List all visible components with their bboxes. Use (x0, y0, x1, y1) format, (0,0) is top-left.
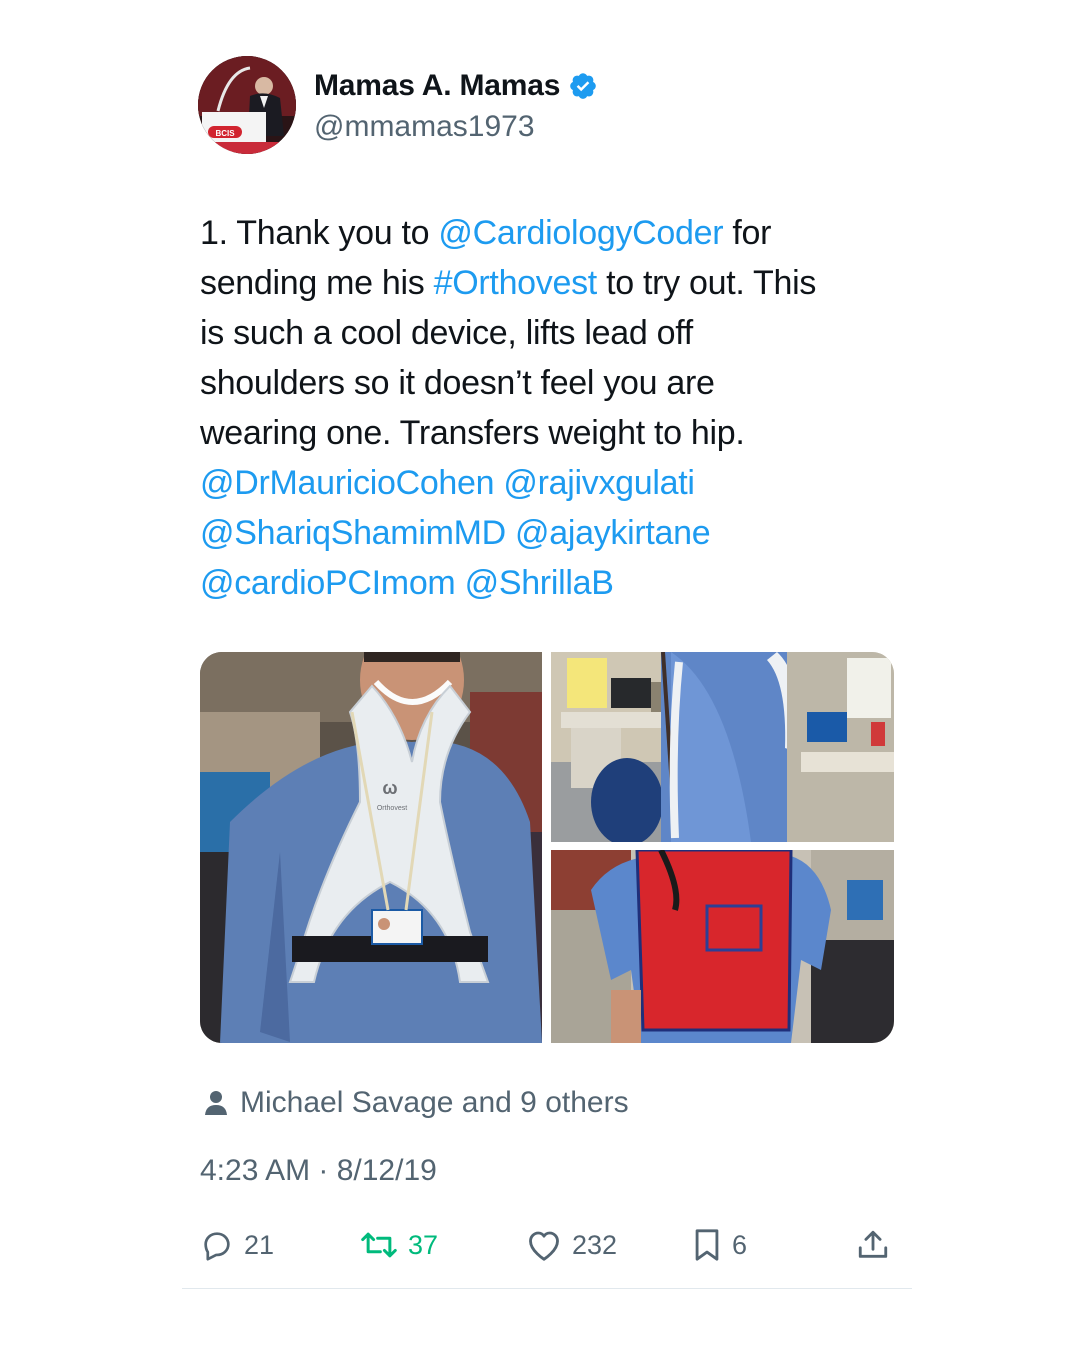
reply-icon (200, 1228, 234, 1262)
tweet-text-segment: shoulders so it doesn’t feel you are (200, 364, 715, 402)
tweet-text-line: @DrMauricioCohen @rajivxgulati (200, 458, 900, 508)
name-row: Mamas A. Mamas (314, 66, 598, 106)
hashtag-link[interactable]: #Orthovest (434, 264, 598, 302)
avatar[interactable]: BCIS (198, 56, 296, 154)
tweet-text-line: shoulders so it doesn’t feel you are (200, 358, 900, 408)
bookmark-button[interactable]: 6 (692, 1220, 747, 1270)
media-grid: ω Orthovest (200, 652, 894, 1043)
mention-link[interactable]: @CardiologyCoder (438, 214, 723, 252)
tweet-text-segment: 1. Thank you to (200, 214, 439, 252)
tweet-text-segment: to try out. This (596, 264, 817, 302)
avatar-badge-text: BCIS (215, 129, 235, 138)
mention-link[interactable]: @rajivxgulati (503, 464, 695, 502)
like-count: 232 (572, 1229, 618, 1260)
mention-link[interactable]: @ShrillaB (465, 564, 614, 602)
divider (182, 1288, 912, 1289)
tweet-header: BCIS Mamas A. Mamas @mmamas1973 (198, 56, 898, 156)
mention-link[interactable]: @DrMauricioCohen (200, 464, 495, 502)
reply-count: 21 (244, 1229, 275, 1260)
retweet-button[interactable]: 37 (360, 1220, 438, 1270)
tweet-text-segment: is such a cool device, lifts lead off (200, 314, 693, 352)
vest-logo-text: Orthovest (377, 805, 407, 812)
vest-logo-mark: ω (382, 778, 397, 798)
author-handle[interactable]: @mmamas1973 (314, 110, 535, 144)
photo-1[interactable]: ω Orthovest (200, 652, 542, 1043)
tweet-text-line: @cardioPCImom @ShrillaB (200, 558, 900, 608)
liked-by-text: Michael Savage and 9 others (240, 1086, 629, 1119)
tweet-text-segment (455, 564, 464, 602)
reply-button[interactable]: 21 (200, 1220, 274, 1270)
tweet-text-line: @ShariqShamimMD @ajaykirtane (200, 508, 900, 558)
timestamp[interactable]: 4:23 AM · 8/12/19 (200, 1154, 437, 1188)
verified-badge-icon (568, 71, 598, 101)
tweet-text-segment: sending me his (200, 264, 434, 302)
photo-3[interactable] (551, 850, 894, 1043)
retweet-count: 37 (408, 1229, 439, 1260)
tweet-text-segment (506, 514, 515, 552)
bookmark-count: 6 (732, 1229, 748, 1260)
person-icon (204, 1090, 228, 1116)
tweet-text-segment: for (723, 214, 772, 252)
display-name[interactable]: Mamas A. Mamas (314, 69, 560, 103)
bookmark-icon (692, 1228, 722, 1262)
share-button[interactable] (856, 1220, 890, 1270)
liked-by-row[interactable]: Michael Savage and 9 others (204, 1086, 629, 1120)
photo-2[interactable] (551, 652, 894, 842)
share-icon (856, 1228, 890, 1262)
retweet-icon (360, 1228, 398, 1262)
mention-link[interactable]: @ajaykirtane (515, 514, 711, 552)
tweet-text-line: is such a cool device, lifts lead off (200, 308, 900, 358)
heart-icon (526, 1228, 562, 1262)
mention-link[interactable]: @cardioPCImom (200, 564, 456, 602)
tweet-text: 1. Thank you to @CardiologyCoder for send… (200, 208, 900, 608)
like-button[interactable]: 232 (526, 1220, 617, 1270)
tweet-text-line: 1. Thank you to @CardiologyCoder for (200, 208, 900, 258)
tweet-text-segment: wearing one. Transfers weight to hip. (200, 414, 745, 452)
mention-link[interactable]: @ShariqShamimMD (200, 514, 506, 552)
tweet-text-line: sending me his #Orthovest to try out. Th… (200, 258, 900, 308)
tweet-text-line: wearing one. Transfers weight to hip. (200, 408, 900, 458)
action-bar: 21 37 232 6 (198, 1220, 898, 1270)
